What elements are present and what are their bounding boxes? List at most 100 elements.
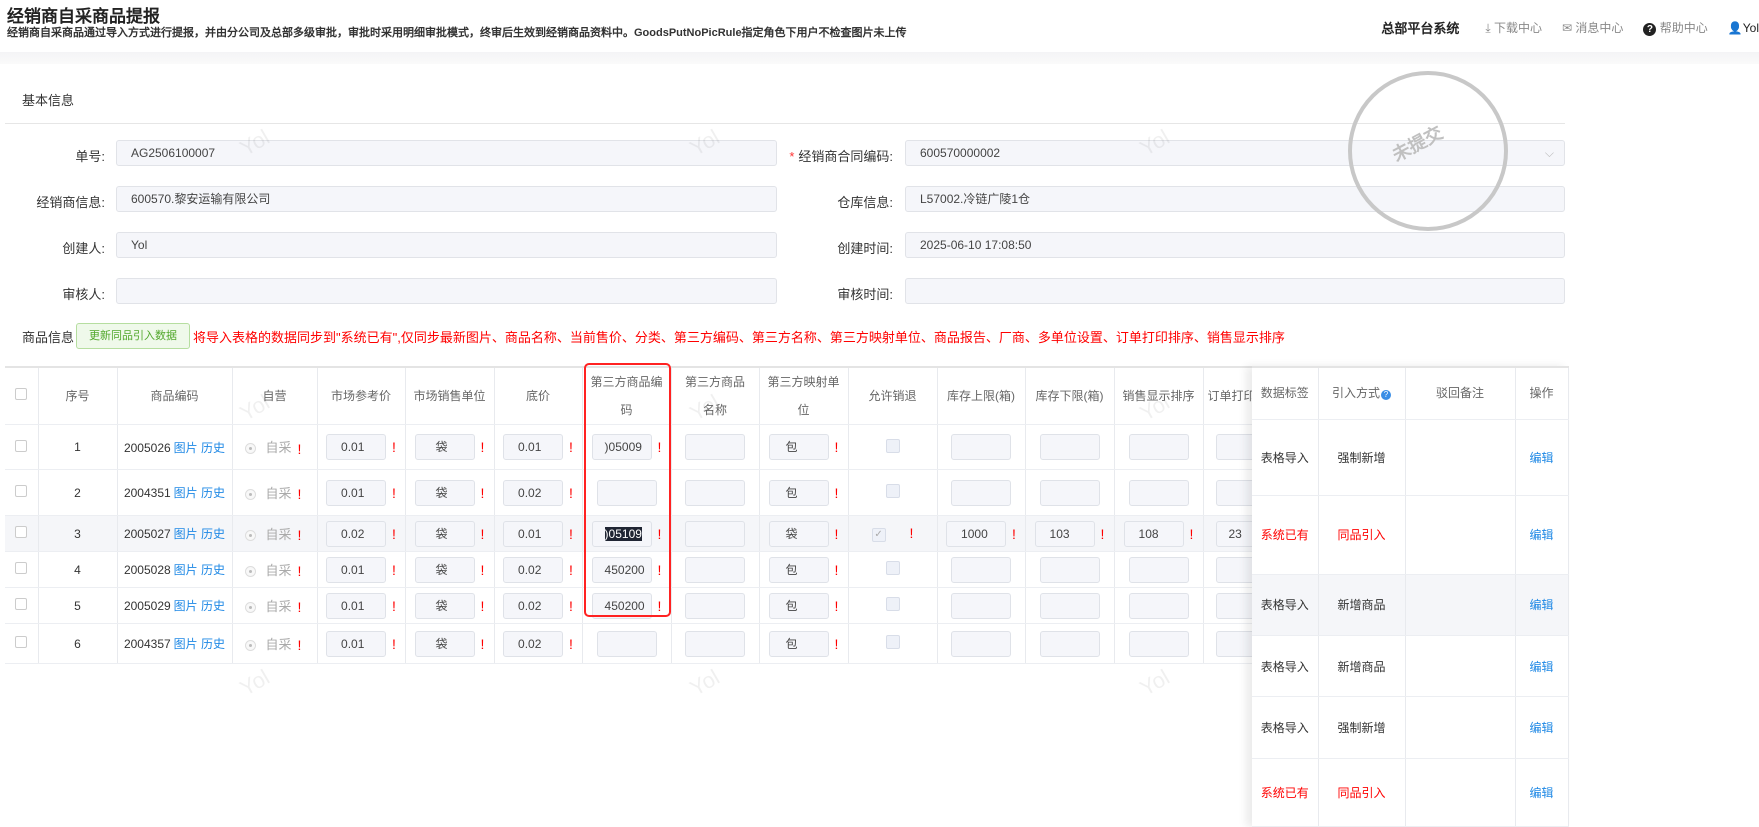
cell-input[interactable]: 包: [768, 479, 829, 506]
edit-button[interactable]: 编辑: [1515, 758, 1569, 827]
cell-input[interactable]: [1215, 592, 1256, 619]
picture-link[interactable]: 图片: [174, 599, 198, 613]
cell-input[interactable]: 0.01: [326, 479, 387, 506]
cell-input[interactable]: [1215, 434, 1256, 460]
picture-link[interactable]: 图片: [174, 527, 198, 541]
history-link[interactable]: 历史: [201, 441, 225, 455]
cell-input[interactable]: [951, 556, 1011, 583]
self-operated[interactable]: 自采!: [232, 469, 318, 516]
cell-input[interactable]: 包: [768, 556, 829, 583]
download-center-link[interactable]: ⤓ 下载中心: [1485, 19, 1542, 36]
cell-input[interactable]: 袋: [414, 479, 475, 506]
cell-input[interactable]: [685, 434, 745, 460]
history-link[interactable]: 历史: [201, 527, 225, 541]
cell-input[interactable]: 0.01: [503, 520, 564, 547]
cell-input[interactable]: [1128, 434, 1189, 460]
picture-link[interactable]: 图片: [174, 486, 198, 500]
cell-input[interactable]: [951, 479, 1011, 506]
cell-input[interactable]: 袋: [414, 434, 475, 460]
cell-input[interactable]: 袋: [414, 556, 475, 583]
picture-link[interactable]: 图片: [174, 637, 198, 651]
help-icon[interactable]: ?: [1381, 390, 1391, 401]
cell-input[interactable]: 0.01: [326, 630, 387, 657]
cell-input[interactable]: [1128, 556, 1189, 583]
edit-button[interactable]: 编辑: [1515, 419, 1569, 497]
self-operated[interactable]: 自采!: [232, 515, 318, 552]
row-checkbox[interactable]: [5, 515, 39, 552]
cell-input[interactable]: 包: [768, 630, 829, 657]
history-link[interactable]: 历史: [201, 599, 225, 613]
allow-return-checkbox[interactable]: [848, 424, 938, 470]
cell-input[interactable]: [1039, 434, 1100, 460]
cell-input[interactable]: 0.01: [326, 434, 387, 460]
edit-button[interactable]: 编辑: [1515, 696, 1569, 759]
cell-input[interactable]: [596, 630, 657, 657]
cell-input[interactable]: [685, 520, 745, 547]
cell-input[interactable]: [1039, 630, 1100, 657]
allow-return-checkbox[interactable]: ✓!: [848, 515, 938, 552]
field-input[interactable]: [905, 278, 1565, 304]
cell-input[interactable]: 0.01: [503, 434, 564, 460]
cell-input[interactable]: 0.02: [503, 630, 564, 657]
field-input[interactable]: 2025-06-10 17:08:50: [905, 232, 1565, 258]
picture-link[interactable]: 图片: [174, 441, 198, 455]
edit-button[interactable]: 编辑: [1515, 495, 1569, 575]
cell-input[interactable]: 0.02: [503, 556, 564, 583]
self-operated[interactable]: 自采!: [232, 551, 318, 588]
self-operated[interactable]: 自采!: [232, 587, 318, 624]
cell-input[interactable]: [685, 479, 745, 506]
allow-return-checkbox[interactable]: [848, 551, 938, 588]
row-checkbox[interactable]: [5, 623, 39, 664]
cell-input[interactable]: [685, 556, 745, 583]
cell-input[interactable]: 袋: [414, 630, 475, 657]
cell-input[interactable]: [951, 630, 1011, 657]
field-input[interactable]: 600570.黎安运输有限公司: [116, 186, 777, 212]
edit-button[interactable]: 编辑: [1515, 574, 1569, 637]
cell-input[interactable]: [1039, 556, 1100, 583]
cell-input[interactable]: 23: [1215, 520, 1256, 547]
self-operated[interactable]: 自采!: [232, 623, 318, 664]
allow-return-checkbox[interactable]: [848, 587, 938, 624]
radio-icon[interactable]: [244, 443, 256, 455]
cell-input[interactable]: [951, 592, 1011, 619]
user-menu[interactable]: 👤Yol: [1728, 21, 1759, 35]
cell-input[interactable]: [1128, 592, 1189, 619]
cell-input[interactable]: [685, 630, 745, 657]
chevron-down-icon[interactable]: ⌵: [1545, 141, 1554, 165]
cell-input[interactable]: 袋: [414, 520, 475, 547]
cell-input[interactable]: [1215, 479, 1256, 506]
history-link[interactable]: 历史: [201, 637, 225, 651]
allow-return-checkbox[interactable]: [848, 623, 938, 664]
cell-input[interactable]: [951, 434, 1011, 460]
allow-return-checkbox[interactable]: [848, 469, 938, 516]
cell-input[interactable]: 103: [1034, 520, 1095, 547]
picture-link[interactable]: 图片: [174, 563, 198, 577]
cell-input[interactable]: 0.02: [503, 479, 564, 506]
cell-input[interactable]: [1128, 479, 1189, 506]
cell-input[interactable]: 包: [768, 434, 829, 460]
row-checkbox[interactable]: [5, 424, 39, 470]
row-checkbox[interactable]: [5, 469, 39, 516]
field-input[interactable]: [116, 278, 777, 304]
radio-icon[interactable]: [244, 488, 256, 500]
cell-input[interactable]: [1039, 592, 1100, 619]
row-checkbox[interactable]: [5, 551, 39, 588]
cell-input[interactable]: 108: [1123, 520, 1184, 547]
history-link[interactable]: 历史: [201, 563, 225, 577]
cell-input[interactable]: 包: [768, 592, 829, 619]
radio-icon[interactable]: [244, 529, 256, 541]
cell-input[interactable]: 1000: [946, 520, 1007, 547]
radio-icon[interactable]: [244, 639, 256, 651]
radio-icon[interactable]: [244, 565, 256, 577]
cell-input[interactable]: 0.02: [503, 592, 564, 619]
cell-input[interactable]: 袋: [414, 592, 475, 619]
cell-input[interactable]: 0.01: [326, 592, 387, 619]
update-same-goods-button[interactable]: 更新同品引入数据: [76, 323, 190, 349]
cell-input[interactable]: [1039, 479, 1100, 506]
cell-input[interactable]: [685, 592, 745, 619]
history-link[interactable]: 历史: [201, 486, 225, 500]
self-operated[interactable]: 自采!: [232, 424, 318, 470]
cell-input[interactable]: 袋: [768, 520, 829, 547]
cell-input[interactable]: [1215, 630, 1256, 657]
help-center-link[interactable]: ? 帮助中心: [1643, 19, 1708, 36]
